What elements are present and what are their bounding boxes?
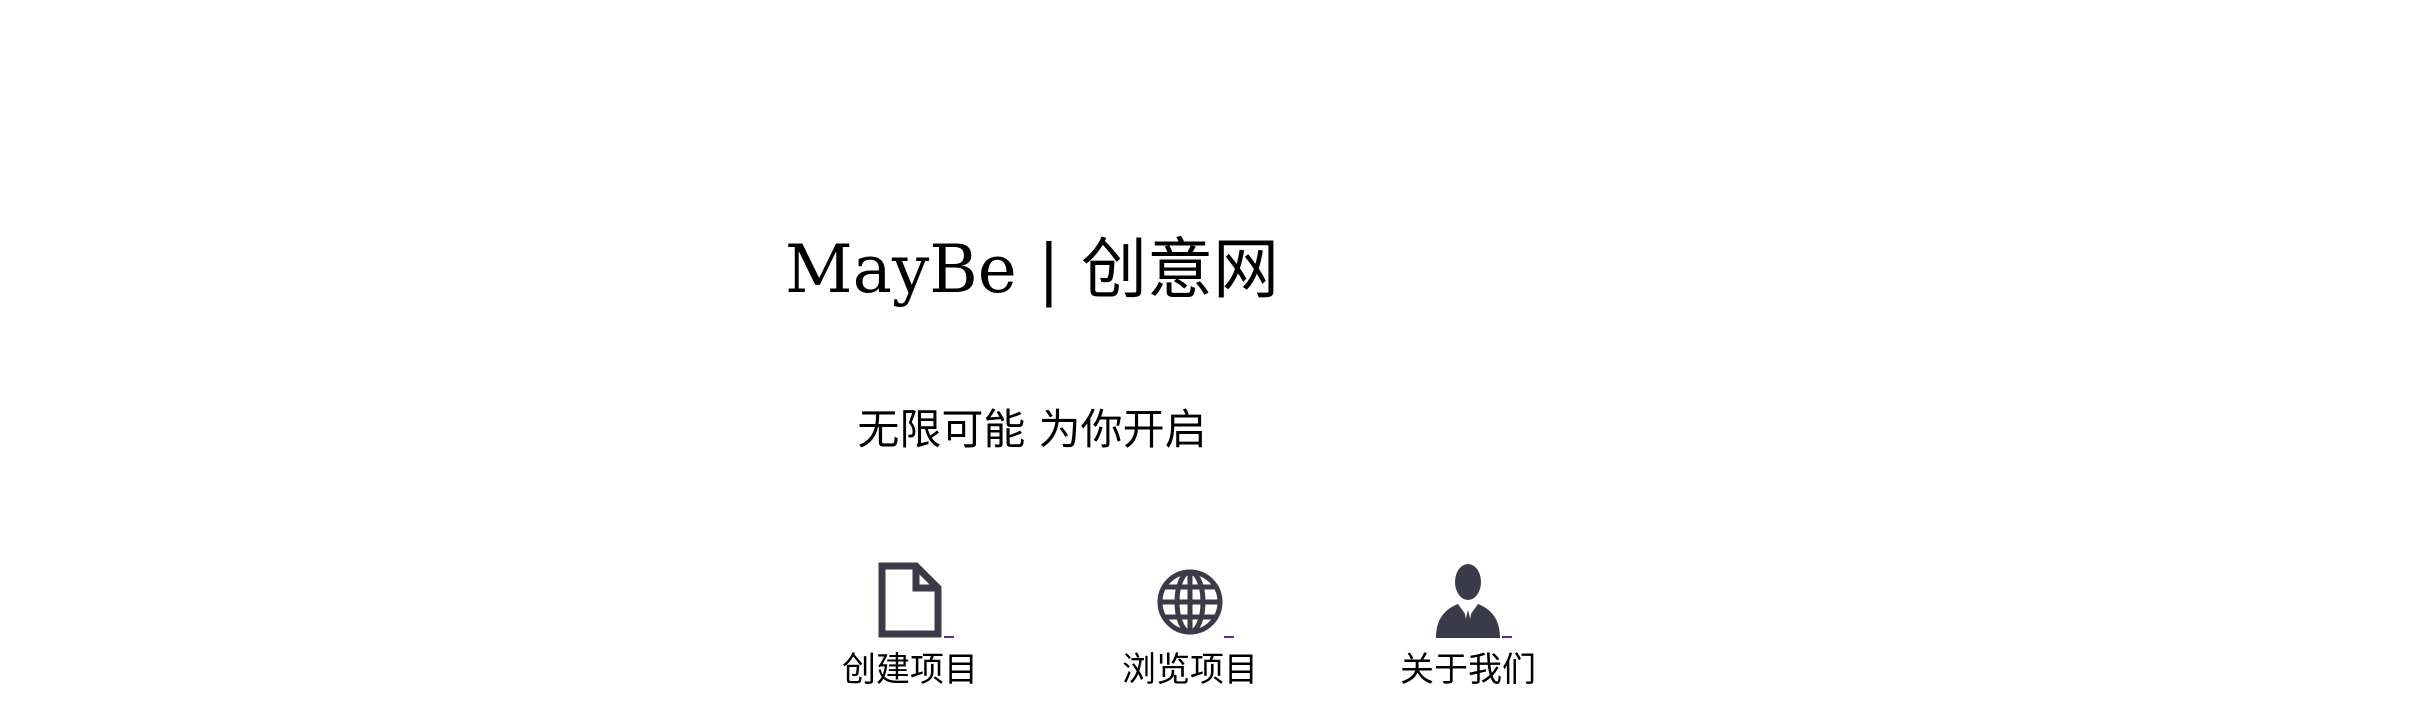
site-title: MayBe | 创意网: [0, 230, 2414, 310]
link-underline: [1502, 636, 1512, 638]
nav-about-us[interactable]: 关于我们: [1368, 560, 1568, 700]
document-icon: [874, 560, 946, 640]
tagline-text: 无限可能 为你开启: [857, 405, 1207, 454]
person-icon: [1432, 560, 1504, 640]
site-title-text: MayBe | 创意网: [785, 231, 1279, 308]
nav-create-project[interactable]: 创建项目: [810, 560, 1010, 700]
globe-icon: [1154, 560, 1226, 640]
hero-section: MayBe | 创意网 无限可能 为你开启 创建项目 浏览项目 关于我们: [0, 0, 2414, 714]
nav-label-about: 关于我们: [1400, 650, 1536, 690]
link-underline: [1224, 636, 1234, 638]
nav-label-create: 创建项目: [842, 650, 978, 690]
nav-label-browse: 浏览项目: [1122, 650, 1258, 690]
nav-browse-projects[interactable]: 浏览项目: [1090, 560, 1290, 700]
link-underline: [944, 636, 954, 638]
tagline: 无限可能 为你开启: [0, 400, 2414, 460]
